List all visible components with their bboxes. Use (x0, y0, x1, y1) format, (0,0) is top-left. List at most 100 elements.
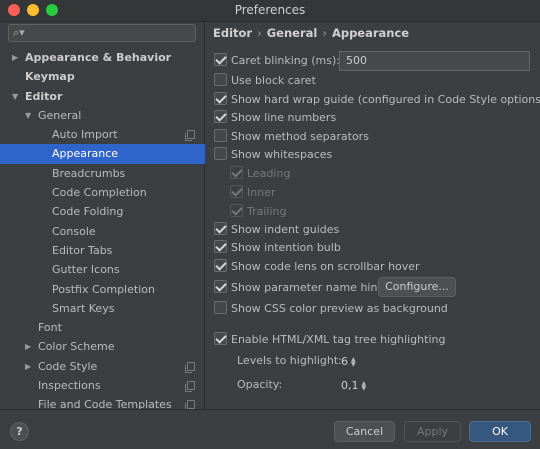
tree-item-console[interactable]: Console (0, 222, 205, 241)
project-settings-icon (185, 361, 195, 373)
window-title: Preferences (234, 3, 306, 17)
show-css-preview-option[interactable]: Show CSS color preview as background (214, 301, 448, 319)
tree-item-label: General (38, 108, 82, 122)
show-intention-bulb-option[interactable]: Show intention bulb (214, 240, 341, 258)
spinner-arrows-icon[interactable]: ▲ ▼ (362, 381, 367, 392)
expand-arrow-icon[interactable]: ▶ (25, 337, 31, 356)
tree-item-label: Console (52, 224, 96, 238)
expand-arrow-icon[interactable]: ▶ (12, 48, 18, 67)
show-indent-guides-option[interactable]: Show indent guides (214, 222, 339, 240)
tree-item-smart-keys[interactable]: Smart Keys (0, 299, 205, 318)
project-settings-icon (185, 400, 195, 412)
inner-option: Inner (230, 185, 275, 203)
show-indent-guides-checkbox[interactable] (214, 222, 227, 235)
tree-item-font[interactable]: Font (0, 318, 205, 337)
tree-item-label: Inspections (38, 379, 101, 393)
enable-html-tag-tree-option[interactable]: Enable HTML/XML tag tree highlighting (214, 332, 445, 350)
cancel-button[interactable]: Cancel (334, 421, 395, 442)
opacity-value[interactable]: 0,1 (341, 379, 359, 392)
tree-item-code-folding[interactable]: Code Folding (0, 202, 205, 221)
tree-item-label: Code Style (38, 359, 98, 373)
show-whitespaces-label: Show whitespaces (231, 148, 333, 161)
show-whitespaces-option[interactable]: Show whitespaces (214, 147, 332, 165)
apply-button[interactable]: Apply (404, 421, 461, 442)
help-icon[interactable]: ? (10, 422, 29, 441)
show-intention-bulb-label: Show intention bulb (231, 241, 341, 254)
tree-item-label: Gutter Icons (52, 263, 120, 277)
tree-item-appearance[interactable]: Appearance (0, 144, 205, 164)
settings-search-input[interactable]: ⌕▾ (8, 24, 196, 42)
tree-item-editor[interactable]: ▼ Editor (0, 87, 205, 106)
inner-label: Inner (247, 186, 276, 199)
tree-item-label: Editor (25, 89, 63, 103)
configure-button[interactable]: Configure... (378, 277, 456, 297)
collapse-arrow-icon[interactable]: ▼ (12, 87, 18, 106)
leading-checkbox (230, 166, 243, 179)
dialog-footer: ? Cancel Apply OK (0, 409, 540, 449)
show-hard-wrap-option[interactable]: Show hard wrap guide (configured in Code… (214, 92, 540, 110)
expand-arrow-icon[interactable]: ▶ (25, 357, 31, 376)
tree-item-auto-import[interactable]: Auto Import (0, 125, 205, 144)
spinner-arrows-icon[interactable]: ▲ ▼ (351, 357, 356, 368)
tree-item-label: Appearance (52, 147, 119, 161)
tree-item-keymap[interactable]: Keymap (0, 67, 205, 86)
show-css-preview-checkbox[interactable] (214, 301, 227, 314)
trailing-label: Trailing (247, 205, 287, 218)
ok-button[interactable]: OK (469, 421, 531, 442)
tree-item-inspections[interactable]: Inspections (0, 376, 205, 395)
caret-blinking-option[interactable]: Caret blinking (ms): (214, 53, 340, 71)
tree-item-appearance-behavior[interactable]: ▶ Appearance & Behavior (0, 48, 205, 67)
tree-item-editor-tabs[interactable]: Editor Tabs (0, 241, 205, 260)
show-code-lens-checkbox[interactable] (214, 259, 227, 272)
opacity-label: Opacity: (237, 378, 283, 391)
tree-item-label: Postfix Completion (52, 282, 155, 296)
use-block-caret-option[interactable]: Use block caret (214, 73, 316, 91)
tree-item-gutter-icons[interactable]: Gutter Icons (0, 260, 205, 279)
inner-checkbox (230, 185, 243, 198)
show-method-separators-checkbox[interactable] (214, 129, 227, 142)
show-line-numbers-checkbox[interactable] (214, 110, 227, 123)
show-param-hints-checkbox[interactable] (214, 280, 227, 293)
show-code-lens-option[interactable]: Show code lens on scrollbar hover (214, 259, 420, 277)
tree-item-label: Font (38, 321, 62, 335)
project-settings-icon (185, 130, 195, 142)
project-settings-icon (185, 381, 195, 393)
caret-blinking-input[interactable]: 500 (339, 51, 530, 71)
tree-item-breadcrumbs[interactable]: Breadcrumbs (0, 164, 205, 183)
show-method-separators-label: Show method separators (231, 130, 369, 143)
use-block-caret-checkbox[interactable] (214, 73, 227, 86)
levels-spinner[interactable]: 6 ▲ ▼ (341, 353, 356, 371)
leading-label: Leading (247, 167, 291, 180)
show-param-hints-option[interactable]: Show parameter name hints (214, 280, 387, 298)
show-intention-bulb-checkbox[interactable] (214, 240, 227, 253)
enable-html-tag-tree-checkbox[interactable] (214, 332, 227, 345)
leading-option: Leading (230, 166, 290, 184)
tree-item-label: Smart Keys (52, 301, 115, 315)
tree-item-label: Code Completion (52, 186, 147, 200)
levels-value[interactable]: 6 (341, 355, 348, 368)
settings-tree: ▶ Appearance & Behavior Keymap ▼ Editor … (0, 48, 205, 415)
settings-sidebar: ⌕▾ ▶ Appearance & Behavior Keymap ▼ Edit… (0, 22, 205, 412)
tree-item-label: Code Folding (52, 205, 124, 219)
tree-item-label: Breadcrumbs (52, 166, 126, 180)
opacity-spinner[interactable]: 0,1 ▲ ▼ (341, 377, 366, 395)
breadcrumb-item: Appearance (331, 26, 410, 40)
caret-blinking-checkbox[interactable] (214, 53, 227, 66)
collapse-arrow-icon[interactable]: ▼ (25, 106, 31, 125)
settings-panel: Editor › General › Appearance Caret blinking… (206, 22, 540, 409)
show-method-separators-option[interactable]: Show method separators (214, 129, 369, 147)
show-param-hints-label: Show parameter name hints (231, 281, 388, 294)
show-line-numbers-option[interactable]: Show line numbers (214, 110, 336, 128)
trailing-option: Trailing (230, 204, 287, 222)
tree-item-code-style[interactable]: ▶ Code Style (0, 357, 205, 376)
tree-item-code-completion[interactable]: Code Completion (0, 183, 205, 202)
title-bar: Preferences (0, 0, 540, 22)
tree-item-general[interactable]: ▼ General (0, 106, 205, 125)
tree-item-label: Editor Tabs (52, 243, 113, 257)
show-hard-wrap-checkbox[interactable] (214, 92, 227, 105)
show-whitespaces-checkbox[interactable] (214, 147, 227, 160)
tree-item-color-scheme[interactable]: ▶ Color Scheme (0, 337, 205, 356)
tree-item-postfix-completion[interactable]: Postfix Completion (0, 280, 205, 299)
caret-blinking-label: Caret blinking (ms): (231, 54, 340, 67)
tree-item-label: Auto Import (52, 128, 118, 142)
